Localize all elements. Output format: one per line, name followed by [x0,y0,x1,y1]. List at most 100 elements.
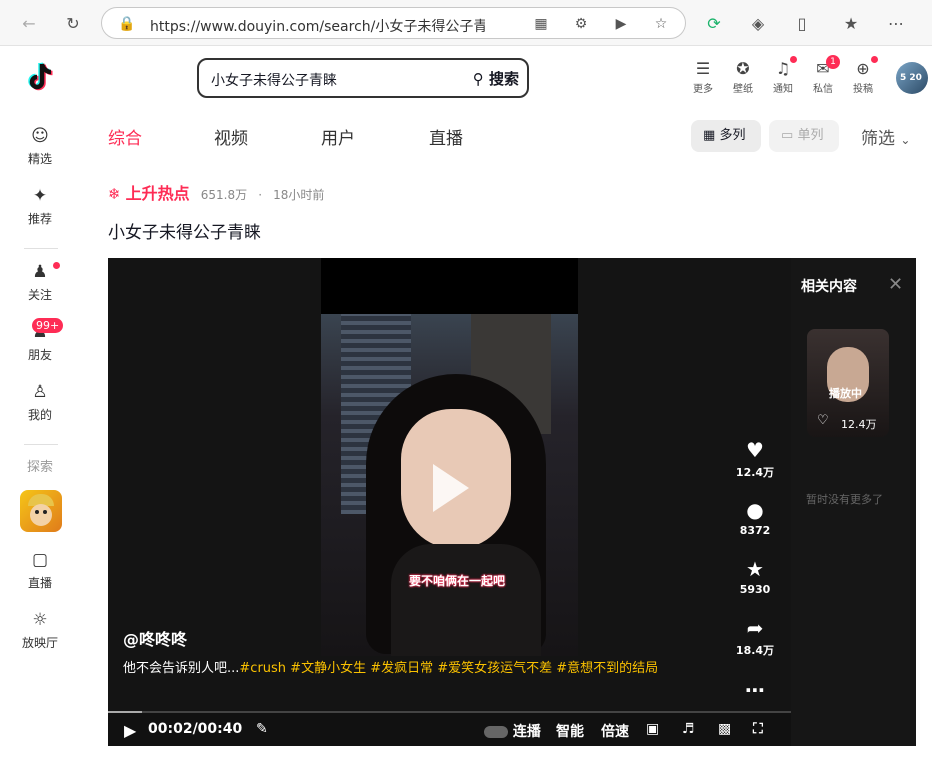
back-icon[interactable]: ← [18,12,40,34]
tab-general[interactable]: 综合 [108,124,142,149]
sidebar-item-featured[interactable]: ☺ 精选 [0,126,80,170]
video-player[interactable]: 要不咱俩在一起吧 @咚咚咚 他不会告诉别人吧...#crush #文静小女生 #… [108,258,916,746]
playing-label: 播放中 [829,387,862,400]
autoplay-toggle[interactable]: 连播 [484,721,541,741]
more-dots-icon: ⋯ [745,678,765,702]
featured-icon: ☺ [31,126,49,146]
video-author[interactable]: @咚咚咚 [123,626,187,650]
refresh-icon[interactable]: ↻ [62,12,84,34]
extension-shield-icon[interactable]: ◈ [747,12,769,34]
description-text: 他不会告诉别人吧... [123,661,240,676]
share-button[interactable]: ➦ 18.4万 [730,616,780,658]
explore-label: 探索 [26,460,53,475]
url-text[interactable]: https://www.douyin.com/search/小女子未得公子青睐?… [150,16,485,36]
menu-dots-icon[interactable]: ⋯ [885,12,907,34]
video-description: 他不会告诉别人吧...#crush #文静小女生 #发疯日常 #爱笑女孩运气不差… [123,656,708,681]
video-frame[interactable]: 要不咱俩在一起吧 [321,314,578,656]
related-panel: 相关内容 ✕ 播放中 ♡ 12.4万 暂时没有更多了 [791,258,916,746]
result-title[interactable]: 小女子未得公子青睐 [108,218,261,243]
tab-live[interactable]: 直播 [429,124,463,149]
explore-app-icon[interactable] [20,490,62,532]
puzzle-icon[interactable]: ▯ [791,12,813,34]
wallpaper-button[interactable]: ✪ 壁纸 [723,58,763,95]
speed-button[interactable]: 倍速 [601,721,629,741]
smart-button[interactable]: 智能 [556,721,584,741]
notifications-button[interactable]: ♫ 通知 [763,56,803,95]
list-icon: ▭ [781,128,794,143]
sidebar-item-cinema[interactable]: ☼ 放映厅 [0,610,80,654]
sidebar-item-me[interactable]: ♙ 我的 [0,382,80,426]
sidebar-item-live[interactable]: ▢ 直播 [0,550,80,594]
video-area[interactable]: 要不咱俩在一起吧 @咚咚咚 他不会告诉别人吧...#crush #文静小女生 #… [108,258,791,713]
address-bar[interactable]: 🔒 https://www.douyin.com/search/小女子未得公子青… [101,7,686,39]
extension-green-icon[interactable]: ⟳ [703,12,725,34]
more-options-button[interactable]: ⋯ [730,678,780,704]
related-video-card[interactable]: 播放中 ♡ 12.4万 [807,329,889,437]
messages-button[interactable]: ✉ 私信 1 [803,55,843,95]
filter-label: 筛选 [861,129,895,149]
lock-icon[interactable]: 🔒 [118,15,136,33]
notification-dot [790,56,797,63]
video-tags[interactable]: #crush #文静小女生 #发疯日常 #爱笑女孩运气不差 #意想不到的结局 [239,661,658,676]
media-icon[interactable]: ▶ [612,15,630,33]
heart-icon: ♡ [817,413,829,428]
view-multi-button[interactable]: ▦ 多列 [691,120,761,152]
notification-dot [53,262,60,269]
view-single-button[interactable]: ▭ 单列 [769,120,839,152]
wide-screen-icon[interactable]: ▩ [718,721,731,737]
search-button[interactable]: ⚲ 搜索 [473,68,519,89]
tab-video[interactable]: 视频 [214,124,248,149]
autoplay-label: 连播 [512,724,541,740]
no-more-text: 暂时没有更多了 [806,493,883,506]
sidebar-item-label: 推荐 [27,212,52,226]
toggle-switch [484,726,508,738]
translate-icon[interactable]: ⚙ [572,15,590,33]
like-count: 12.4万 [735,466,775,479]
heart-icon: ♥ [746,438,764,462]
sidebar-item-following[interactable]: ♟ 关注 [0,262,80,306]
favorite-count: 5930 [739,583,771,596]
view-single-label: 单列 [797,128,824,143]
avatar-text: 5 20 [900,73,922,83]
bell-icon: ♫ [775,59,791,78]
hot-label[interactable]: 上升热点 [126,184,190,203]
sidebar-item-label: 精选 [27,152,52,166]
star-icon[interactable]: ☆ [652,15,670,33]
fullscreen-icon[interactable]: ⛶ [753,721,763,737]
play-button[interactable]: ▶ [124,721,136,740]
grid-app-icon[interactable]: ▦ [532,15,550,33]
avatar[interactable]: 5 20 [896,62,928,94]
play-icon[interactable] [433,464,469,512]
sidebar: ☺ 精选 ✦ 推荐 ♟ 关注 ♟ 朋友 99+ ♙ 我的 探索 [0,46,80,769]
search-box[interactable]: 小女子未得公子青睐 ⚲ 搜索 [197,58,529,98]
comment-icon: ● [746,498,764,522]
search-input[interactable]: 小女子未得公子青睐 [211,70,337,90]
upload-button[interactable]: ⊕ 投稿 [843,56,883,95]
close-icon[interactable]: ✕ [888,274,903,295]
post-time: 18小时前 [273,188,325,202]
sidebar-item-recommend[interactable]: ✦ 推荐 [0,186,80,230]
comment-button[interactable]: ● 8372 [730,498,780,537]
douyin-logo-icon[interactable] [24,60,60,96]
danmaku-icon[interactable]: ✎ [256,721,268,737]
filter-button[interactable]: 筛选 ⌄ [861,124,910,149]
sidebar-divider [24,444,58,445]
pip-icon[interactable]: ▣ [646,721,659,737]
sidebar-item-label: 放映厅 [21,636,58,650]
douyin-app: ☺ 精选 ✦ 推荐 ♟ 关注 ♟ 朋友 99+ ♙ 我的 探索 [0,46,932,769]
tab-user[interactable]: 用户 [321,124,355,149]
chevron-down-icon: ⌄ [900,133,911,147]
top-bar: 小女子未得公子青睐 ⚲ 搜索 ☰ 更多 ✪ 壁纸 ♫ 通知 ✉ 私信 1 ⊕ 投… [80,46,932,116]
favorites-icon[interactable]: ★ [840,12,862,34]
share-count: 18.4万 [735,644,775,657]
messages-badge: 1 [826,55,840,69]
notification-dot [871,56,878,63]
favorite-button[interactable]: ★ 5930 [730,557,780,596]
search-tabs: 综合 视频 用户 直播 ▦ 多列 ▭ 单列 筛选 ⌄ [80,116,932,156]
more-button[interactable]: ☰ 更多 [683,58,723,95]
volume-icon[interactable]: ♬ [682,721,695,737]
time-display: 00:02/00:40 [148,721,243,737]
grid-icon: ▦ [703,128,716,143]
sidebar-item-friends[interactable]: ♟ 朋友 99+ [0,318,80,366]
like-button[interactable]: ♥ 12.4万 [730,438,780,480]
